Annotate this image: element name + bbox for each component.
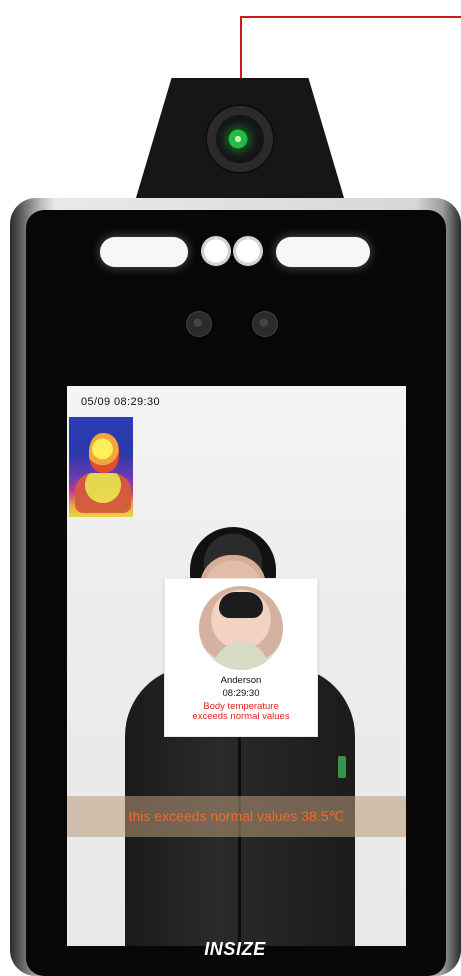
- camera-lens: [226, 127, 250, 151]
- display-screen: 05/09 08:29:30 Anderson 08:29:30 Body te…: [67, 386, 406, 946]
- user-avatar: [199, 586, 283, 670]
- fill-light-left: [100, 237, 188, 267]
- thermal-body: [75, 473, 131, 513]
- brand-logo: INSIZE: [204, 938, 266, 959]
- ir-light-right: [233, 236, 263, 266]
- recognition-card: Anderson 08:29:30 Body temperature excee…: [164, 578, 318, 737]
- datetime: 05/09 08:29:30: [81, 396, 161, 408]
- thermal-preview: [69, 417, 133, 517]
- sensor-icon: [186, 311, 212, 337]
- thermal-head: [89, 433, 119, 473]
- temperature-alert: Body temperature exceeds normal values: [165, 702, 317, 722]
- annotation-line-top: [240, 16, 461, 18]
- user-name: Anderson: [220, 675, 262, 686]
- temperature-alert-line-2: exceeds normal values: [192, 711, 290, 722]
- sensor-icon: [252, 311, 278, 337]
- warning-banner: this exceeds normal values 38.5℃: [67, 796, 406, 837]
- scan-time: 08:29:30: [222, 688, 260, 699]
- warning-text: this exceeds normal values 38.5℃: [128, 808, 345, 824]
- jacket-patch: [338, 756, 346, 778]
- fill-light-right: [276, 237, 370, 267]
- ir-light-left: [201, 236, 231, 266]
